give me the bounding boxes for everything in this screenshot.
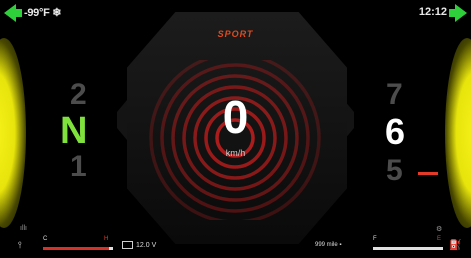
ambient-temperature: -99°F ❄ <box>24 6 62 19</box>
temperature-value: -99°F <box>24 7 50 19</box>
left-arrow-icon-stem <box>14 9 22 17</box>
thermometer-icon: ⫯ <box>18 240 22 250</box>
battery-icon <box>122 241 133 249</box>
right-arrow-icon-stem <box>449 9 457 17</box>
fuel-icon: ⛽ <box>449 240 462 251</box>
coolant-gauge-fill <box>43 247 109 250</box>
coolant-high-label: H <box>104 236 109 242</box>
fuel-empty-label: E <box>437 236 442 242</box>
shift-marker <box>418 172 438 175</box>
gear-indicator-6: 6 <box>385 111 406 152</box>
gear-indicator-7: 7 <box>386 78 403 111</box>
gear-icon: ❄ <box>52 7 62 19</box>
signal-bars-icon: ıllı <box>20 225 27 232</box>
ride-mode-label: SPORT <box>217 29 254 39</box>
fuel-range-value: 999 mile <box>315 242 338 248</box>
gear-indicator-5: 5 <box>386 154 403 187</box>
fuel-range: 999 mile ▪ <box>315 242 342 248</box>
clock: 12:12 <box>418 6 447 18</box>
coolant-low-label: C <box>43 236 48 242</box>
gear-indicator-current: N <box>60 110 88 152</box>
battery-voltage: 12.0 V <box>136 242 157 249</box>
fuel-gauge-track <box>373 247 443 250</box>
gear-indicator-2: 2 <box>70 78 87 111</box>
fuel-pump-icon: ▪ <box>339 242 342 248</box>
settings-icon: ⚙ <box>436 226 443 233</box>
fuel-full-label: F <box>373 236 377 242</box>
gear-indicator-1: 1 <box>70 150 87 183</box>
